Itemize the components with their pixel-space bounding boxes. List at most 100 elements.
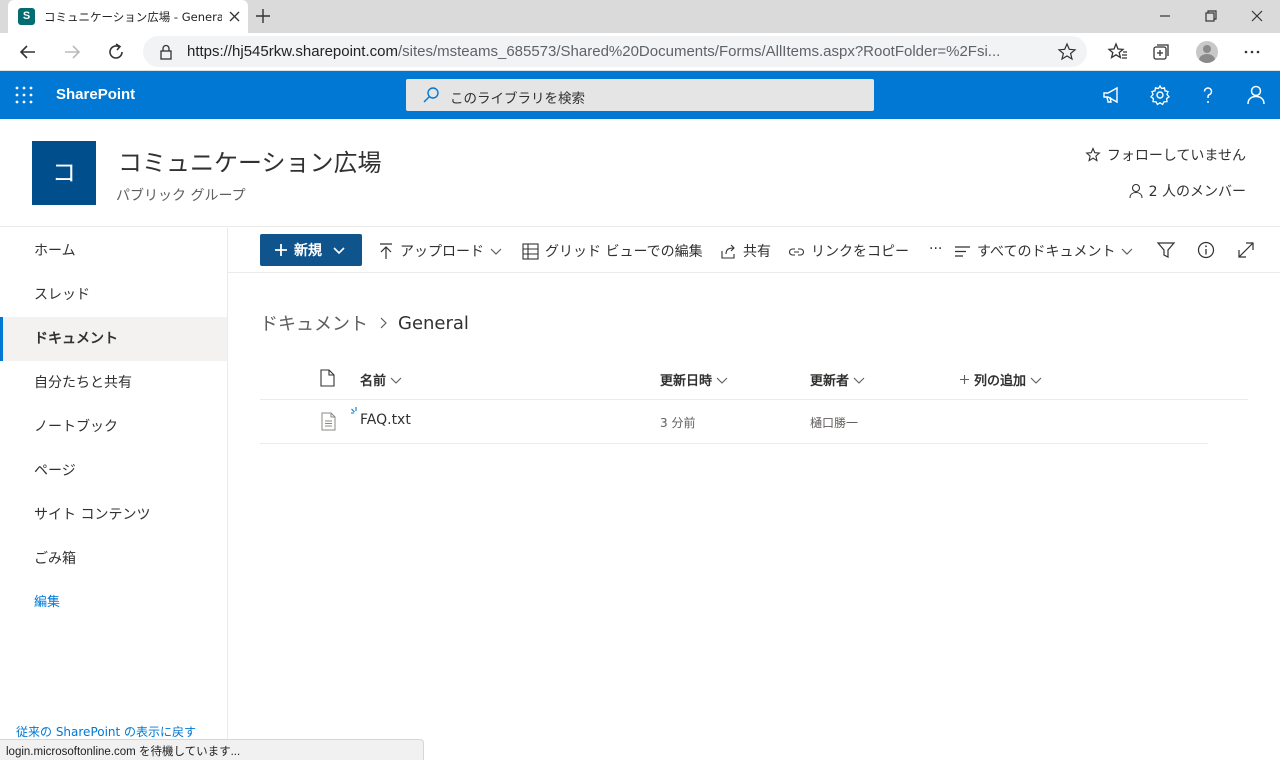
- chevron-down-icon: [716, 377, 728, 384]
- refresh-icon[interactable]: [104, 40, 128, 64]
- new-button[interactable]: 新規: [260, 234, 362, 266]
- nav-item-shared-with-us[interactable]: 自分たちと共有: [0, 361, 227, 405]
- url-text: https://hj545rkw.sharepoint.com/sites/ms…: [187, 43, 1001, 60]
- follow-label: フォローしていません: [1106, 148, 1246, 164]
- chevron-down-icon: [1122, 248, 1133, 255]
- nav-item-notebook[interactable]: ノートブック: [0, 405, 227, 449]
- search-placeholder: このライブラリを検索: [450, 91, 585, 107]
- profile-avatar[interactable]: [1196, 41, 1218, 63]
- sharepoint-favicon-icon: S: [18, 8, 35, 25]
- more-menu-icon[interactable]: [1240, 40, 1264, 64]
- share-icon: [721, 244, 735, 259]
- column-name-label: 名前: [360, 374, 387, 389]
- close-tab-icon[interactable]: [226, 8, 243, 25]
- nav-item-threads[interactable]: スレッド: [0, 273, 227, 317]
- column-header-modified-by[interactable]: 更新者: [810, 370, 865, 389]
- text-file-icon: [321, 412, 336, 431]
- filter-icon[interactable]: [1156, 240, 1176, 260]
- site-header: コ コミュニケーション広場 パブリック グループ フォローしていません 2 人の…: [0, 119, 1280, 227]
- column-header-name[interactable]: 名前: [360, 370, 402, 389]
- grid-view-edit-button[interactable]: グリッド ビューでの編集: [522, 241, 703, 261]
- account-icon[interactable]: [1244, 83, 1268, 107]
- site-logo[interactable]: コ: [32, 141, 96, 205]
- chevron-down-icon: [853, 377, 865, 384]
- add-column-label: 列の追加: [974, 374, 1027, 389]
- view-label: すべてのドキュメント: [977, 244, 1116, 260]
- list-view-icon: [955, 245, 970, 257]
- collections-icon[interactable]: [1149, 40, 1173, 64]
- share-button[interactable]: 共有: [720, 241, 771, 261]
- suite-bar: SharePoint このライブラリを検索: [0, 71, 1280, 119]
- restore-window-icon[interactable]: [1199, 4, 1223, 28]
- person-icon: [1129, 183, 1143, 199]
- members-label: 2 人のメンバー: [1148, 184, 1246, 200]
- file-modified-by[interactable]: 樋口勝一: [810, 414, 858, 431]
- classic-view-link[interactable]: 従来の SharePoint の表示に戻す: [16, 723, 196, 740]
- file-name-link[interactable]: FAQ.txt: [360, 412, 411, 428]
- follow-button[interactable]: フォローしていません: [1085, 145, 1246, 165]
- grid-icon: [522, 242, 539, 260]
- breadcrumb: ドキュメント General: [260, 310, 469, 336]
- copy-link-button[interactable]: リンクをコピー: [788, 241, 909, 261]
- share-label: 共有: [743, 244, 771, 260]
- chevron-down-icon: [490, 248, 502, 255]
- upload-arrow-icon: [380, 243, 392, 259]
- breadcrumb-current: General: [398, 312, 469, 334]
- table-row[interactable]: FAQ.txt 3 分前 樋口勝一: [260, 400, 1208, 444]
- help-icon[interactable]: [1196, 83, 1220, 107]
- favorite-star-icon[interactable]: [1057, 42, 1077, 62]
- file-modified: 3 分前: [660, 416, 696, 430]
- nav-item-recycle-bin[interactable]: ごみ箱: [0, 537, 227, 581]
- nav-edit-link[interactable]: 編集: [0, 581, 227, 625]
- more-commands-button[interactable]: ···: [929, 241, 942, 257]
- site-title[interactable]: コミュニケーション広場: [118, 143, 382, 178]
- forward-arrow-icon[interactable]: [60, 40, 84, 64]
- browser-status-bar: login.microsoftonline.com を待機しています...: [0, 739, 424, 760]
- expand-icon[interactable]: [1236, 240, 1256, 260]
- search-icon: [423, 87, 439, 103]
- browser-tab[interactable]: S コミュニケーション広場 - General - す: [8, 0, 248, 33]
- grid-edit-label: グリッド ビューでの編集: [545, 244, 703, 260]
- column-modified-label: 更新日時: [660, 374, 713, 389]
- new-button-label: 新規: [294, 243, 322, 259]
- new-tab-icon[interactable]: [254, 7, 272, 25]
- copy-link-label: リンクをコピー: [811, 244, 909, 260]
- column-header-modified[interactable]: 更新日時: [660, 370, 728, 389]
- list-column-headers: 名前 更新日時 更新者 列の追加: [260, 358, 1248, 400]
- left-navigation: ホーム スレッド ドキュメント 自分たちと共有 ノートブック ページ サイト コ…: [0, 228, 228, 760]
- nav-item-documents[interactable]: ドキュメント: [0, 317, 227, 361]
- minimize-window-icon[interactable]: [1153, 4, 1177, 28]
- upload-button[interactable]: アップロード: [378, 241, 502, 261]
- megaphone-icon[interactable]: [1100, 83, 1124, 107]
- close-window-icon[interactable]: [1245, 4, 1269, 28]
- chevron-down-icon: [1030, 377, 1042, 384]
- lock-icon[interactable]: [157, 43, 175, 61]
- favorites-icon[interactable]: [1106, 40, 1130, 64]
- browser-toolbar: https://hj545rkw.sharepoint.com/sites/ms…: [0, 33, 1280, 71]
- app-launcher-icon[interactable]: [14, 85, 34, 105]
- column-modified-by-label: 更新者: [810, 374, 850, 389]
- view-switcher-button[interactable]: すべてのドキュメント: [954, 241, 1133, 261]
- back-arrow-icon[interactable]: [16, 40, 40, 64]
- browser-tab-strip: S コミュニケーション広場 - General - す: [0, 0, 1280, 33]
- upload-label: アップロード: [400, 244, 484, 260]
- info-icon[interactable]: [1196, 240, 1216, 260]
- breadcrumb-documents[interactable]: ドキュメント: [260, 310, 368, 336]
- site-subtitle: パブリック グループ: [116, 188, 246, 204]
- members-button[interactable]: 2 人のメンバー: [1129, 181, 1246, 201]
- add-column-button[interactable]: 列の追加: [959, 370, 1042, 389]
- settings-gear-icon[interactable]: [1148, 83, 1172, 107]
- address-bar[interactable]: https://hj545rkw.sharepoint.com/sites/ms…: [143, 36, 1087, 67]
- nav-item-pages[interactable]: ページ: [0, 449, 227, 493]
- chevron-right-icon: [380, 317, 387, 329]
- nav-item-home[interactable]: ホーム: [0, 229, 227, 273]
- sharepoint-brand[interactable]: SharePoint: [56, 86, 135, 103]
- chevron-down-icon: [390, 377, 402, 384]
- plus-icon: [960, 375, 969, 384]
- library-search-box[interactable]: このライブラリを検索: [406, 79, 874, 111]
- tab-title: コミュニケーション広場 - General - す: [44, 10, 222, 24]
- link-icon: [789, 247, 804, 256]
- chevron-down-icon: [333, 247, 345, 255]
- nav-item-site-contents[interactable]: サイト コンテンツ: [0, 493, 227, 537]
- file-type-icon[interactable]: [320, 369, 335, 387]
